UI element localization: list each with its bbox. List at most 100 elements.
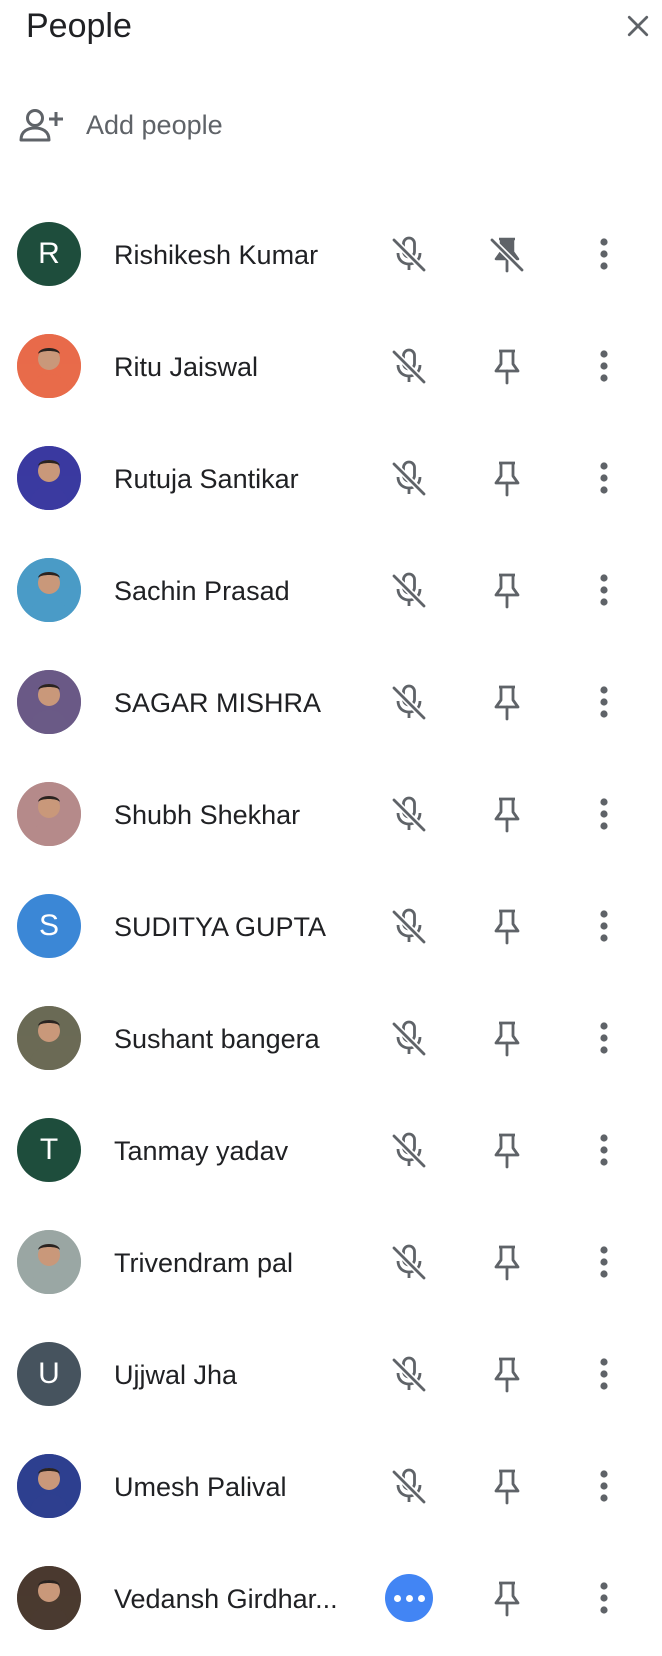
more-options-button[interactable] (578, 228, 630, 280)
more-vert-icon (598, 460, 610, 496)
more-vert-icon (598, 1356, 610, 1392)
mute-button[interactable] (383, 452, 435, 504)
pin-button[interactable] (481, 676, 533, 728)
unpin-icon (487, 234, 527, 274)
pin-button[interactable] (481, 1124, 533, 1176)
more-options-button[interactable] (578, 452, 630, 504)
mic-off-icon (389, 682, 429, 722)
participant-name: SAGAR MISHRA (114, 688, 322, 718)
more-options-button[interactable] (578, 340, 630, 392)
avatar (17, 670, 81, 734)
mic-off-icon (389, 1130, 429, 1170)
more-options-button[interactable] (578, 564, 630, 616)
unpin-button[interactable] (481, 228, 533, 280)
participant-row[interactable]: U Ujjwal Jha (0, 1320, 662, 1432)
mute-button[interactable] (383, 900, 435, 952)
pin-icon (487, 1466, 527, 1506)
participant-name: Rutuja Santikar (114, 464, 299, 494)
mute-button[interactable] (383, 676, 435, 728)
panel-header: People (0, 0, 662, 56)
mic-off-icon (389, 1354, 429, 1394)
pin-icon (487, 570, 527, 610)
pin-button[interactable] (481, 1572, 533, 1624)
more-options-button[interactable] (578, 1460, 630, 1512)
more-options-button[interactable] (578, 1572, 630, 1624)
participant-name: Tanmay yadav (114, 1136, 289, 1166)
avatar (17, 1566, 81, 1630)
pin-button[interactable] (481, 340, 533, 392)
pin-button[interactable] (481, 788, 533, 840)
avatar (17, 1454, 81, 1518)
panel-title: People (26, 7, 132, 45)
more-vert-icon (598, 348, 610, 384)
participant-row[interactable]: S SUDITYA GUPTA (0, 872, 662, 984)
participant-row[interactable]: Umesh Palival (0, 1432, 662, 1544)
more-vert-icon (598, 572, 610, 608)
avatar (17, 1230, 81, 1294)
mute-button[interactable] (383, 1348, 435, 1400)
pin-icon (487, 458, 527, 498)
participant-row[interactable]: Vedansh Girdhar... (0, 1544, 662, 1656)
speaking-indicator[interactable] (383, 1572, 435, 1624)
pin-button[interactable] (481, 452, 533, 504)
avatar (17, 782, 81, 846)
participant-name: Shubh Shekhar (114, 800, 301, 830)
close-button[interactable] (620, 8, 656, 44)
participant-name: Umesh Palival (114, 1472, 287, 1502)
mute-button[interactable] (383, 1124, 435, 1176)
pin-button[interactable] (481, 1236, 533, 1288)
pin-icon (487, 1242, 527, 1282)
mute-button[interactable] (383, 340, 435, 392)
more-options-button[interactable] (578, 1236, 630, 1288)
pin-icon (487, 1354, 527, 1394)
participant-row[interactable]: T Tanmay yadav (0, 1096, 662, 1208)
pin-button[interactable] (481, 564, 533, 616)
participant-row[interactable]: R Rishikesh Kumar (0, 200, 662, 312)
more-options-button[interactable] (578, 1012, 630, 1064)
avatar (17, 334, 81, 398)
avatar (17, 558, 81, 622)
mute-button[interactable] (383, 1460, 435, 1512)
pin-button[interactable] (481, 1012, 533, 1064)
add-people-label: Add people (86, 109, 223, 140)
participant-name: Vedansh Girdhar... (114, 1584, 338, 1614)
avatar (17, 446, 81, 510)
more-vert-icon (598, 908, 610, 944)
pin-button[interactable] (481, 1460, 533, 1512)
avatar-initial: R (38, 237, 60, 270)
participant-name: Sachin Prasad (114, 576, 290, 606)
more-options-button[interactable] (578, 1124, 630, 1176)
mute-button[interactable] (383, 564, 435, 616)
pin-button[interactable] (481, 1348, 533, 1400)
participant-row[interactable]: Trivendram pal (0, 1208, 662, 1320)
more-options-button[interactable] (578, 788, 630, 840)
speaking-dots-icon (385, 1574, 433, 1622)
participant-row[interactable]: Ritu Jaiswal (0, 312, 662, 424)
more-options-button[interactable] (578, 900, 630, 952)
more-vert-icon (598, 1468, 610, 1504)
mute-button[interactable] (383, 1012, 435, 1064)
pin-icon (487, 1018, 527, 1058)
participant-row[interactable]: Shubh Shekhar (0, 760, 662, 872)
mute-button[interactable] (383, 228, 435, 280)
more-vert-icon (598, 796, 610, 832)
participant-list: R Rishikesh Kumar Ritu Jaiswal Rutuja San… (0, 200, 662, 1656)
more-options-button[interactable] (578, 676, 630, 728)
more-vert-icon (598, 1020, 610, 1056)
participant-name: Ujjwal Jha (114, 1360, 238, 1390)
participant-row[interactable]: Sachin Prasad (0, 536, 662, 648)
participant-row[interactable]: SAGAR MISHRA (0, 648, 662, 760)
avatar (17, 1006, 81, 1070)
more-vert-icon (598, 236, 610, 272)
mic-off-icon (389, 1466, 429, 1506)
person-add-icon (14, 100, 74, 150)
pin-icon (487, 682, 527, 722)
more-options-button[interactable] (578, 1348, 630, 1400)
mute-button[interactable] (383, 1236, 435, 1288)
mic-off-icon (389, 346, 429, 386)
participant-row[interactable]: Sushant bangera (0, 984, 662, 1096)
mute-button[interactable] (383, 788, 435, 840)
add-people-button[interactable]: Add people (14, 100, 274, 150)
pin-button[interactable] (481, 900, 533, 952)
participant-row[interactable]: Rutuja Santikar (0, 424, 662, 536)
